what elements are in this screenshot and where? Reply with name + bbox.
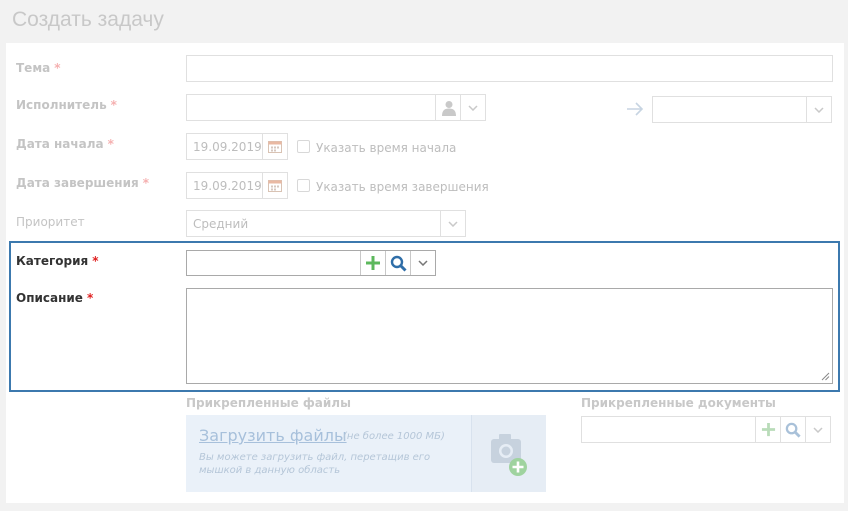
calendar-icon [268, 141, 282, 153]
end-date-value: 19.09.2019 [193, 179, 262, 193]
end-time-checkbox[interactable] [297, 179, 310, 192]
attached-documents-title: Прикрепленные документы [581, 396, 776, 410]
assignee-label: Исполнитель * [16, 98, 117, 112]
calendar-icon [268, 180, 282, 192]
start-date-label: Дата начала * [16, 137, 114, 151]
user-picker-button[interactable] [435, 95, 461, 120]
upload-hint: Вы можете загрузить файл, перетащив его … [199, 452, 431, 476]
attached-files-title: Прикрепленные файлы [186, 396, 351, 410]
description-label: Описание * [16, 291, 94, 305]
attached-documents-input[interactable] [581, 416, 831, 443]
category-label: Категория * [16, 254, 99, 268]
subject-label: Тема * [16, 61, 61, 75]
chevron-down-icon [418, 260, 428, 266]
search-icon [785, 422, 801, 438]
start-time-checkbox-label: Указать время начала [316, 141, 457, 155]
description-textarea[interactable] [186, 288, 833, 384]
chevron-down-icon [468, 104, 478, 111]
end-date-input[interactable]: 19.09.2019 [186, 172, 288, 199]
start-date-value: 19.09.2019 [193, 140, 262, 154]
plus-icon [761, 422, 775, 437]
priority-select[interactable]: Средний [186, 210, 466, 237]
assignee-dropdown-button[interactable] [460, 95, 485, 120]
search-icon [390, 255, 407, 272]
page-title: Создать задачу [12, 8, 164, 31]
category-input[interactable] [186, 250, 436, 276]
documents-dropdown-button[interactable] [805, 417, 830, 442]
start-date-calendar-button[interactable] [262, 134, 287, 159]
subject-input[interactable] [186, 55, 833, 82]
chevron-down-icon [448, 220, 458, 227]
upload-limit-note: (не более 1000 МБ) [343, 431, 445, 442]
priority-dropdown-button[interactable] [440, 211, 465, 236]
end-time-checkbox-label: Указать время завершения [316, 180, 489, 194]
documents-add-button[interactable] [755, 417, 780, 442]
upload-icon-area[interactable] [471, 415, 546, 492]
arrow-right-icon [627, 102, 644, 116]
documents-search-button[interactable] [780, 417, 805, 442]
resize-grip-icon[interactable] [821, 372, 830, 381]
chevron-down-icon [814, 106, 824, 113]
priority-value: Средний [193, 217, 249, 231]
co-assignee-select[interactable] [652, 96, 832, 123]
plus-icon [366, 256, 380, 270]
start-time-checkbox[interactable] [297, 140, 310, 153]
camera-add-icon [491, 434, 527, 476]
end-date-calendar-button[interactable] [262, 173, 287, 198]
start-date-input[interactable]: 19.09.2019 [186, 133, 288, 160]
assignee-input[interactable] [186, 94, 486, 121]
upload-files-link[interactable]: Загрузить файлы [199, 426, 347, 445]
file-dropzone[interactable]: Загрузить файлы (не более 1000 МБ) Вы мо… [186, 415, 546, 492]
category-search-button[interactable] [385, 251, 410, 275]
end-date-label: Дата завершения * [16, 176, 149, 190]
priority-label: Приоритет [16, 215, 85, 229]
category-add-button[interactable] [360, 251, 385, 275]
co-assignee-dropdown-button[interactable] [806, 97, 831, 122]
chevron-down-icon [813, 426, 823, 433]
user-icon [441, 100, 456, 116]
category-dropdown-button[interactable] [410, 251, 435, 275]
